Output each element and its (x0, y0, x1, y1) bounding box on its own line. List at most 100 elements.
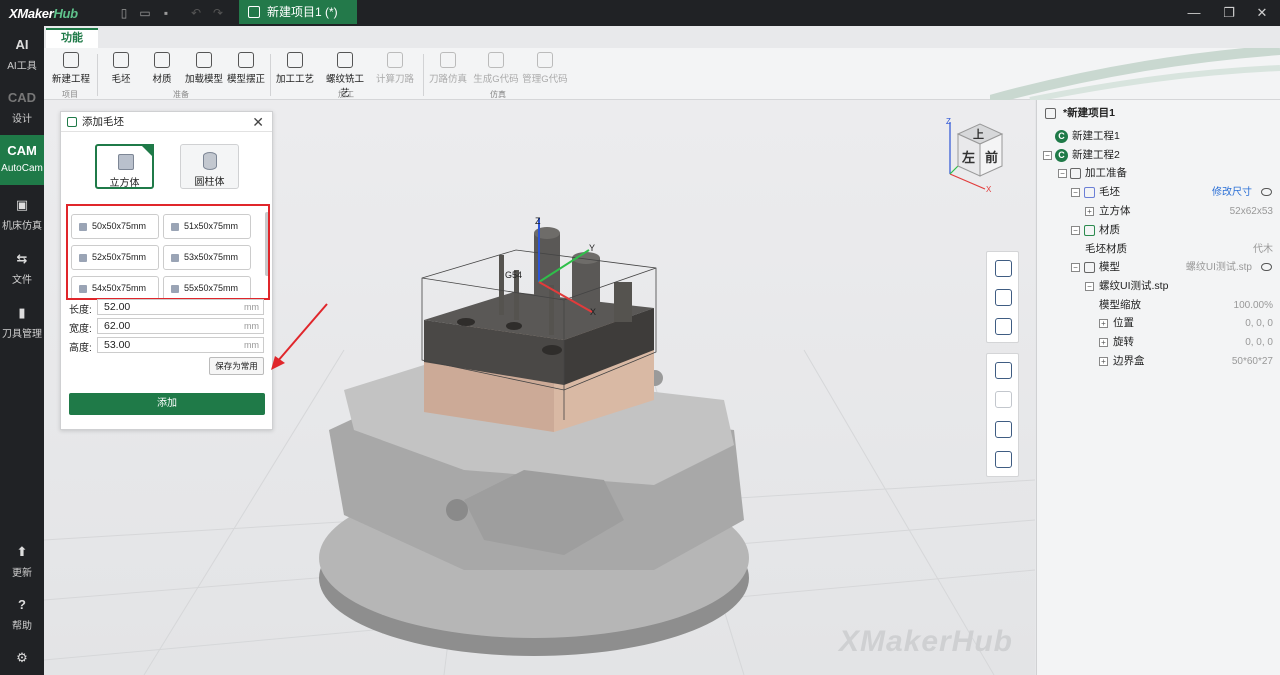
modify-size-link[interactable]: 修改尺寸 (1212, 183, 1252, 202)
project-tree-panel: *新建项目1 C 新建工程1 − C 新建工程2 − 加工准备 − 毛坯 修改尺寸 + 立方体… (1036, 100, 1280, 675)
ribbon-decoration (990, 48, 1280, 100)
nav-help[interactable]: ? 帮助 (0, 597, 44, 637)
collapse-icon[interactable]: − (1058, 169, 1067, 178)
open-folder-icon[interactable]: ▭ (137, 5, 153, 21)
cube-front-face[interactable]: 前 (985, 150, 998, 165)
preset-scrollbar[interactable] (265, 212, 268, 276)
material-icon (154, 52, 170, 68)
nav-autocam[interactable]: CAM AutoCam (0, 135, 44, 185)
thread-milling-button[interactable]: 螺纹铣工艺 (322, 52, 368, 99)
eye-icon[interactable] (1261, 188, 1272, 196)
tree-item-blank[interactable]: − 毛坯 修改尺寸 (1037, 183, 1280, 202)
blank-button[interactable]: 毛坯 (107, 52, 135, 86)
collapse-icon[interactable]: − (1085, 282, 1094, 291)
new-project-button[interactable]: 新建工程 (52, 52, 90, 86)
expand-icon[interactable]: + (1099, 319, 1108, 328)
nav-file[interactable]: ⇆ 文件 (0, 251, 44, 291)
collapse-icon[interactable]: − (1043, 151, 1052, 160)
cube-top-face[interactable]: 上 (973, 127, 984, 141)
close-icon[interactable]: ✕ (252, 114, 264, 131)
stock-visibility-icon[interactable] (995, 421, 1012, 438)
axis-z-label: Z (535, 216, 541, 226)
preset-item[interactable]: 50x50x75mm (71, 214, 159, 239)
nav-tool-management[interactable]: ▮ 刀具管理 (0, 305, 44, 345)
redo-icon[interactable]: ↷ (210, 5, 226, 21)
preset-item[interactable]: 54x50x75mm (71, 276, 159, 298)
cube-icon (67, 117, 77, 127)
material-button[interactable]: 材质 (148, 52, 176, 86)
collapse-icon[interactable]: − (1071, 226, 1080, 235)
preset-item[interactable]: 51x50x75mm (163, 214, 251, 239)
tree-item-rotation[interactable]: + 旋转 0, 0, 0 (1037, 333, 1280, 352)
axis-visibility-icon[interactable] (995, 362, 1012, 379)
tab-project[interactable]: 新建项目1 (*) (239, 0, 357, 24)
preset-item[interactable]: 52x50x75mm (71, 245, 159, 270)
box-view-icon[interactable] (995, 318, 1012, 335)
rotate-view-icon[interactable] (995, 260, 1012, 277)
cam-badge-icon: C (1055, 149, 1068, 162)
preset-item[interactable]: 55x50x75mm (163, 276, 251, 298)
undo-icon[interactable]: ↶ (188, 5, 204, 21)
new-file-icon[interactable]: ▯ (116, 5, 132, 21)
width-field[interactable]: 62.00 mm (97, 318, 264, 334)
tab-functions[interactable]: 功能 (46, 28, 98, 48)
tree-item-bounding-box[interactable]: + 边界盒 50*60*27 (1037, 352, 1280, 371)
collapse-icon[interactable]: − (1071, 188, 1080, 197)
shape-cylinder-option[interactable]: 圆柱体 (180, 144, 239, 189)
model-align-button[interactable]: 模型摆正 (226, 52, 266, 86)
align-icon (238, 52, 254, 68)
tree-item-prepare[interactable]: − 加工准备 (1037, 164, 1280, 183)
preset-item[interactable]: 53x50x75mm (163, 245, 251, 270)
collapse-icon[interactable]: − (1071, 263, 1080, 272)
dialog-title: 添加毛坯 (61, 112, 272, 132)
tree-root[interactable]: *新建项目1 (1037, 104, 1280, 123)
toolpath-sim-button[interactable]: 刀路仿真 (428, 52, 468, 86)
nav-cad[interactable]: CAD 设计 (0, 90, 44, 130)
compute-toolpath-button[interactable]: 计算刀路 (375, 52, 415, 86)
generate-gcode-button[interactable]: 生成G代码 (473, 52, 519, 86)
cube-icon (171, 223, 179, 231)
tree-item-project1[interactable]: C 新建工程1 (1037, 127, 1280, 146)
cube-left-face[interactable]: 左 (962, 150, 975, 165)
tree-item-blank-material[interactable]: 毛坯材质 代木 (1037, 240, 1280, 259)
eye-icon[interactable] (1261, 263, 1272, 271)
tree-item-model[interactable]: − 模型 螺纹UI测试.stp (1037, 258, 1280, 277)
cube-axis-z: Z (946, 117, 951, 126)
view-cube[interactable]: 上 左 前 Z X (940, 114, 1020, 194)
load-model-icon (196, 52, 212, 68)
tree-item-cube[interactable]: + 立方体 52x62x53 (1037, 202, 1280, 221)
expand-icon[interactable]: + (1099, 357, 1108, 366)
add-button[interactable]: 添加 (69, 393, 265, 415)
cube-icon (79, 285, 87, 293)
nav-settings[interactable]: ⚙ (0, 650, 44, 670)
tree-item-model-file[interactable]: − 螺纹UI测试.stp (1037, 277, 1280, 296)
tree-item-project2[interactable]: − C 新建工程2 (1037, 146, 1280, 165)
shape-cube-option[interactable]: 立方体 (95, 144, 154, 189)
save-icon[interactable]: ▪ (158, 5, 174, 21)
app-logo: XMakerHub (9, 6, 78, 21)
tree-item-material[interactable]: − 材质 (1037, 221, 1280, 240)
height-field[interactable]: 53.00 mm (97, 337, 264, 353)
tree-item-position[interactable]: + 位置 0, 0, 0 (1037, 314, 1280, 333)
length-field[interactable]: 52.00 mm (97, 299, 264, 315)
load-model-button[interactable]: 加载模型 (184, 52, 224, 86)
machining-process-button[interactable]: 加工工艺 (275, 52, 315, 86)
close-button[interactable]: ✕ (1252, 4, 1272, 22)
save-as-common-button[interactable]: 保存为常用 (209, 357, 264, 375)
ai-icon: AI (15, 37, 29, 52)
model-visibility-icon[interactable] (995, 451, 1012, 468)
expand-icon[interactable]: + (1099, 338, 1108, 347)
axis-x-label: X (590, 307, 596, 317)
nav-machine-sim[interactable]: ▣ 机床仿真 (0, 197, 44, 237)
fixture-icon[interactable] (995, 391, 1012, 408)
nav-ai-tools[interactable]: AI AI工具 (0, 37, 44, 77)
cube-icon (79, 223, 87, 231)
unlock-icon[interactable] (995, 289, 1012, 306)
group-prepare: 准备 (173, 90, 189, 99)
manage-gcode-button[interactable]: 管理G代码 (522, 52, 568, 86)
expand-icon[interactable]: + (1085, 207, 1094, 216)
toolpath-icon (387, 52, 403, 68)
minimize-button[interactable]: — (1184, 4, 1204, 22)
restore-button[interactable]: ❐ (1219, 4, 1239, 22)
nav-update[interactable]: ⬆ 更新 (0, 544, 44, 584)
